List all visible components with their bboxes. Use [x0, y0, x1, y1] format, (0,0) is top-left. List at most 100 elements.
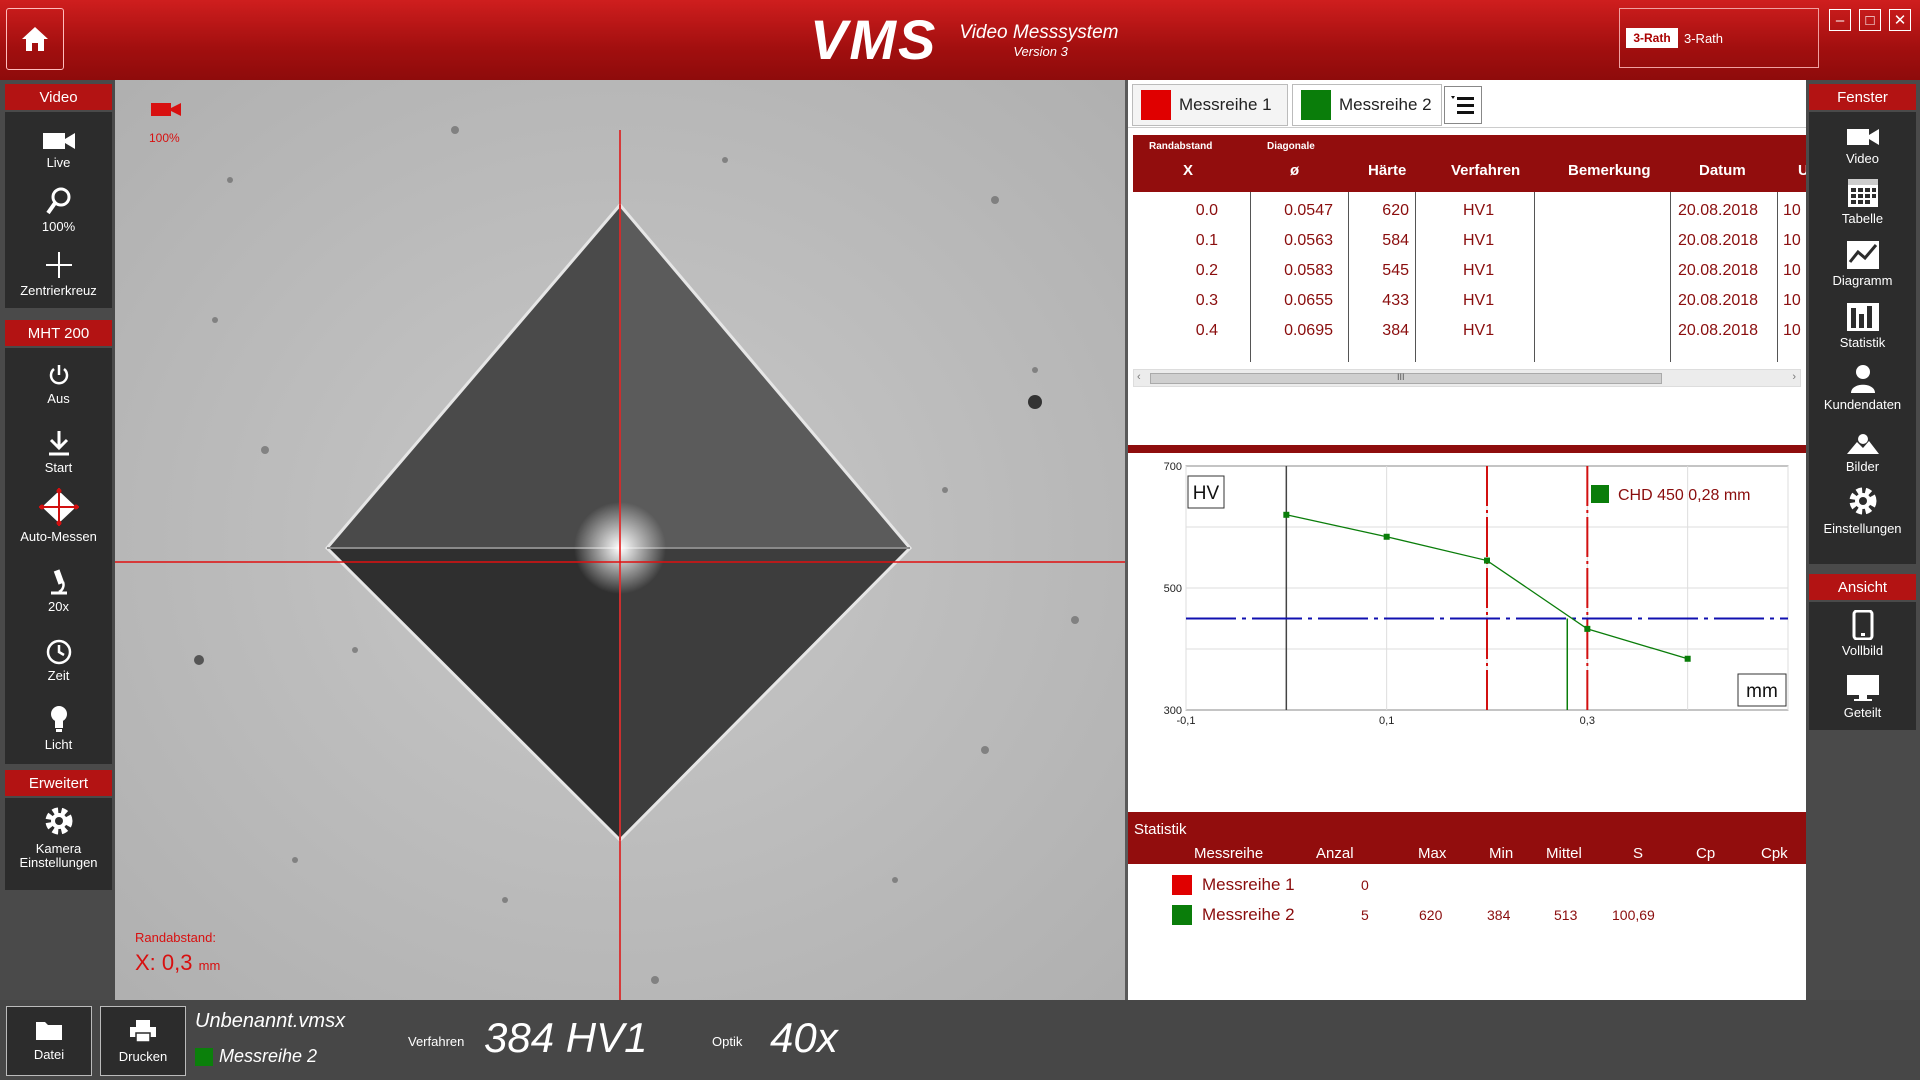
- brand: VMS Video Messsystem Version 3: [810, 10, 1118, 70]
- table-horizontal-scrollbar[interactable]: ‹ III ›: [1133, 369, 1801, 387]
- table-row[interactable]: 0.0 0.0547 620 HV1 20.08.2018 10: [1133, 197, 1806, 227]
- video-view[interactable]: 100% Randabstand: X: 0,3 mm: [115, 80, 1125, 1000]
- fullscreen-label: Vollbild: [1841, 643, 1884, 658]
- home-icon: [22, 27, 48, 51]
- table-cell: 10: [1783, 202, 1801, 219]
- user-box[interactable]: 3-Rath 3-Rath: [1619, 8, 1819, 68]
- y-tick-label: 700: [1164, 461, 1182, 473]
- app-subtitle: Video Messsystem: [959, 22, 1119, 43]
- table-row[interactable]: 0.3 0.0655 433 HV1 20.08.2018 10: [1133, 287, 1806, 317]
- table-cell: 10: [1783, 292, 1801, 309]
- table-cell: 0.0563: [1284, 232, 1333, 249]
- column-divider: [1534, 192, 1535, 362]
- folder-icon: [36, 1022, 62, 1040]
- diagram-window-label: Diagramm: [1832, 273, 1893, 288]
- table-cell: 384: [1382, 322, 1409, 339]
- maximize-button[interactable]: □: [1859, 9, 1881, 31]
- header-verfahren[interactable]: Verfahren: [1451, 162, 1520, 179]
- minimize-button[interactable]: –: [1829, 9, 1851, 31]
- settings-window-button[interactable]: Einstellungen: [1809, 484, 1916, 536]
- series-tabs: Messreihe 1 Messreihe 2: [1128, 80, 1806, 128]
- chart-area: 700 500 300 -0,1 0,1 0,3 HV mm CHD 450 0,28 mm: [1128, 445, 1806, 820]
- video-group: Live 100% Zentrierkreuz: [5, 112, 112, 308]
- table-row[interactable]: 0.1 0.0563 584 HV1 20.08.2018 10: [1133, 227, 1806, 257]
- video-window-button[interactable]: Video: [1809, 114, 1916, 166]
- x-axis-label: mm: [1746, 681, 1778, 702]
- header-haerte[interactable]: Härte: [1368, 162, 1406, 179]
- edge-distance-unit: mm: [198, 958, 221, 973]
- table-cell: 10: [1783, 262, 1801, 279]
- off-label: Aus: [47, 391, 70, 406]
- header-bemerkung[interactable]: Bemerkung: [1568, 162, 1651, 179]
- table-window-button[interactable]: Tabelle: [1809, 174, 1916, 226]
- edge-distance-label: Randabstand:: [135, 930, 216, 945]
- tab-messreihe-2[interactable]: Messreihe 2: [1292, 84, 1442, 126]
- table-cell: 0.4: [1195, 322, 1218, 339]
- header-diameter[interactable]: ø: [1290, 162, 1299, 179]
- mht-group: Aus Start Auto-Messen 20x Zeit Licht: [5, 348, 112, 764]
- home-button[interactable]: [6, 8, 64, 70]
- auto-measure-button[interactable]: Auto-Messen: [5, 488, 112, 544]
- header-datum[interactable]: Datum: [1699, 162, 1746, 179]
- active-series: Messreihe 2: [195, 1046, 317, 1067]
- customer-window-button[interactable]: Kundendaten: [1809, 360, 1916, 412]
- file-button[interactable]: Datei: [6, 1006, 92, 1076]
- live-button[interactable]: Live: [5, 118, 112, 170]
- column-divider: [1777, 192, 1778, 362]
- time-label: Zeit: [47, 668, 70, 683]
- right-toolbar: Fenster Video Tabelle Diagramm Statistik…: [1806, 80, 1920, 1000]
- stat-swatch-2: [1172, 905, 1192, 925]
- overlay-zoom: 100%: [149, 131, 180, 145]
- stat-row-messreihe-2[interactable]: Messreihe 2 5 620 384 513 100,69: [1128, 900, 1806, 930]
- camera-settings-button[interactable]: Kamera Einstellungen: [5, 804, 112, 870]
- table-cell: 545: [1382, 262, 1409, 279]
- table-cell: 20.08.2018: [1678, 232, 1759, 249]
- table-cell: 10: [1783, 232, 1801, 249]
- header-x[interactable]: X: [1183, 162, 1193, 179]
- print-button[interactable]: Drucken: [100, 1006, 186, 1076]
- fullscreen-button[interactable]: Vollbild: [1809, 606, 1916, 658]
- images-window-button[interactable]: Bilder: [1809, 422, 1916, 474]
- brand-subtitle: Video Messsystem Version 3: [959, 22, 1118, 59]
- zoom-button[interactable]: 100%: [5, 182, 112, 234]
- start-button[interactable]: Start: [5, 423, 112, 475]
- light-button[interactable]: Licht: [5, 700, 112, 752]
- objective-button[interactable]: 20x: [5, 562, 112, 614]
- table-cell: HV1: [1463, 292, 1495, 309]
- phone-icon: [1852, 610, 1873, 640]
- extended-group-header: Erweitert: [5, 770, 112, 796]
- table-cell: 0.1: [1195, 232, 1218, 249]
- time-button[interactable]: Zeit: [5, 631, 112, 683]
- stat-min-2: 384: [1487, 907, 1511, 923]
- scroll-right-arrow[interactable]: ›: [1792, 371, 1796, 383]
- series-menu-button[interactable]: [1444, 86, 1482, 124]
- tab-messreihe-1[interactable]: Messreihe 1: [1132, 84, 1288, 126]
- edge-distance-number: X: 0,3: [135, 950, 193, 975]
- header-u[interactable]: U: [1798, 162, 1806, 179]
- window-group-header: Fenster: [1809, 84, 1916, 110]
- zoom-label: 100%: [41, 219, 76, 234]
- off-button[interactable]: Aus: [5, 354, 112, 406]
- objective-label: 20x: [48, 599, 69, 614]
- table-row[interactable]: 0.4 0.0695 384 HV1 20.08.2018 10: [1133, 317, 1806, 347]
- scroll-left-arrow[interactable]: ‹: [1137, 371, 1141, 383]
- stat-header-mittel: Mittel: [1546, 845, 1582, 862]
- x-tick-label: 0,3: [1580, 715, 1595, 727]
- crosshair-button[interactable]: Zentrierkreuz: [5, 246, 112, 298]
- table-cell: 20.08.2018: [1678, 292, 1759, 309]
- table-row[interactable]: 0.2 0.0583 545 HV1 20.08.2018 10: [1133, 257, 1806, 287]
- recording-camera-icon: [149, 98, 183, 125]
- scroll-thumb[interactable]: III: [1150, 372, 1662, 384]
- optics-value: 40x: [770, 1014, 838, 1061]
- close-button[interactable]: ✕: [1889, 9, 1911, 31]
- x-tick-label: 0,1: [1379, 715, 1394, 727]
- camera-settings-label-2: Einstellungen: [19, 855, 98, 870]
- data-point: [1283, 511, 1290, 518]
- diagram-window-button[interactable]: Diagramm: [1809, 236, 1916, 288]
- indentation-image: [115, 80, 1125, 1000]
- legend-label: CHD 450 0,28 mm: [1618, 487, 1751, 504]
- active-series-swatch: [195, 1047, 213, 1066]
- statistics-window-button[interactable]: Statistik: [1809, 298, 1916, 350]
- split-view-button[interactable]: Geteilt: [1809, 668, 1916, 720]
- stat-row-messreihe-1[interactable]: Messreihe 1 0: [1128, 870, 1806, 900]
